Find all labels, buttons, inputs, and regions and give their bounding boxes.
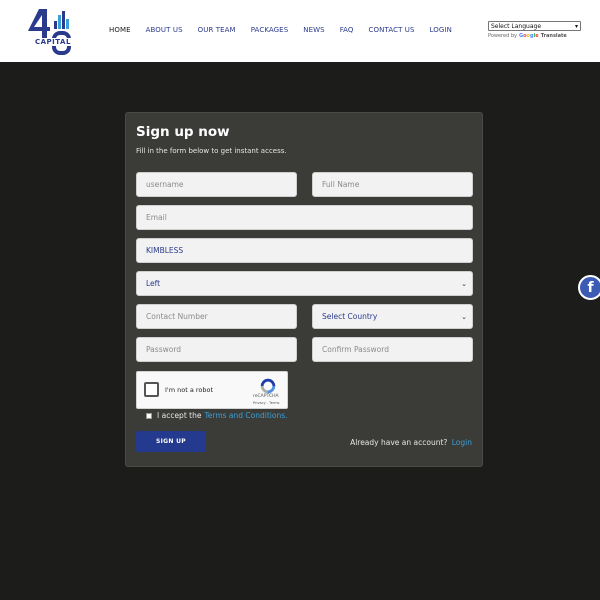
nav-login[interactable]: LOGIN <box>430 26 452 34</box>
language-select-value: Select Language <box>491 22 542 30</box>
brand-logo[interactable]: CAPITAL <box>24 5 76 57</box>
google-logo: Google <box>518 33 539 39</box>
signup-button[interactable]: SIGN UP <box>136 431 206 452</box>
contact-number-input[interactable]: Contact Number <box>136 304 297 329</box>
nav-faq[interactable]: FAQ <box>340 26 354 34</box>
fullname-input[interactable]: Full Name <box>312 172 473 197</box>
already-account: Already have an account? Login <box>350 438 472 447</box>
powered-by-text: Powered by <box>488 33 517 39</box>
recaptcha-links[interactable]: Privacy - Terms <box>253 401 279 405</box>
confirm-password-input[interactable]: Confirm Password <box>312 337 473 362</box>
terms-row: I accept the Terms and Conditions. <box>146 411 288 420</box>
terms-checkbox[interactable] <box>146 412 152 419</box>
recaptcha-label: I'm not a robot <box>165 386 214 394</box>
country-select[interactable]: Select Country ⌄ <box>312 304 473 329</box>
chevron-down-icon: ⌄ <box>461 279 467 288</box>
login-link[interactable]: Login <box>452 438 472 447</box>
already-text: Already have an account? <box>350 438 448 447</box>
translate-link[interactable]: Translate <box>541 33 567 39</box>
chevron-down-icon: ▾ <box>574 22 578 30</box>
password-input[interactable]: Password <box>136 337 297 362</box>
nav-our-team[interactable]: OUR TEAM <box>198 26 236 34</box>
terms-text: I accept the <box>157 411 202 420</box>
country-select-value: Select Country <box>322 312 378 321</box>
position-select-value: Left <box>146 279 161 288</box>
chevron-down-icon: ⌄ <box>461 312 467 321</box>
nav-home[interactable]: HOME <box>109 26 131 34</box>
nav-packages[interactable]: PACKAGES <box>251 26 289 34</box>
facebook-icon[interactable]: f <box>578 275 600 300</box>
nav-about-us[interactable]: ABOUT US <box>146 26 183 34</box>
signup-card: Sign up now Fill in the form below to ge… <box>125 112 483 467</box>
signup-subtitle: Fill in the form below to get instant ac… <box>136 147 287 155</box>
recaptcha-checkbox[interactable] <box>144 382 159 397</box>
recaptcha-brand: reCAPTCHA <box>253 394 279 399</box>
google-translate-widget: Select Language ▾ Powered by Google Tran… <box>488 21 581 39</box>
username-input[interactable]: username <box>136 172 297 197</box>
recaptcha-widget: I'm not a robot reCAPTCHA Privacy - Term… <box>136 371 288 409</box>
email-input[interactable]: Email <box>136 205 473 230</box>
language-select[interactable]: Select Language ▾ <box>488 21 581 31</box>
facebook-glyph: f <box>587 279 594 296</box>
logo-text: CAPITAL <box>34 38 72 46</box>
powered-by-google: Powered by Google Translate <box>488 33 581 39</box>
position-select[interactable]: Left ⌄ <box>136 271 473 296</box>
site-header: CAPITAL HOME ABOUT US OUR TEAM PACKAGES … <box>0 0 600 62</box>
sponsor-input[interactable]: KIMBLESS <box>136 238 473 263</box>
main-nav: HOME ABOUT US OUR TEAM PACKAGES NEWS FAQ… <box>109 26 467 34</box>
signup-title: Sign up now <box>136 124 230 140</box>
nav-contact-us[interactable]: CONTACT US <box>369 26 415 34</box>
recaptcha-icon <box>260 378 276 394</box>
nav-news[interactable]: NEWS <box>303 26 324 34</box>
terms-link[interactable]: Terms and Conditions. <box>204 411 287 420</box>
